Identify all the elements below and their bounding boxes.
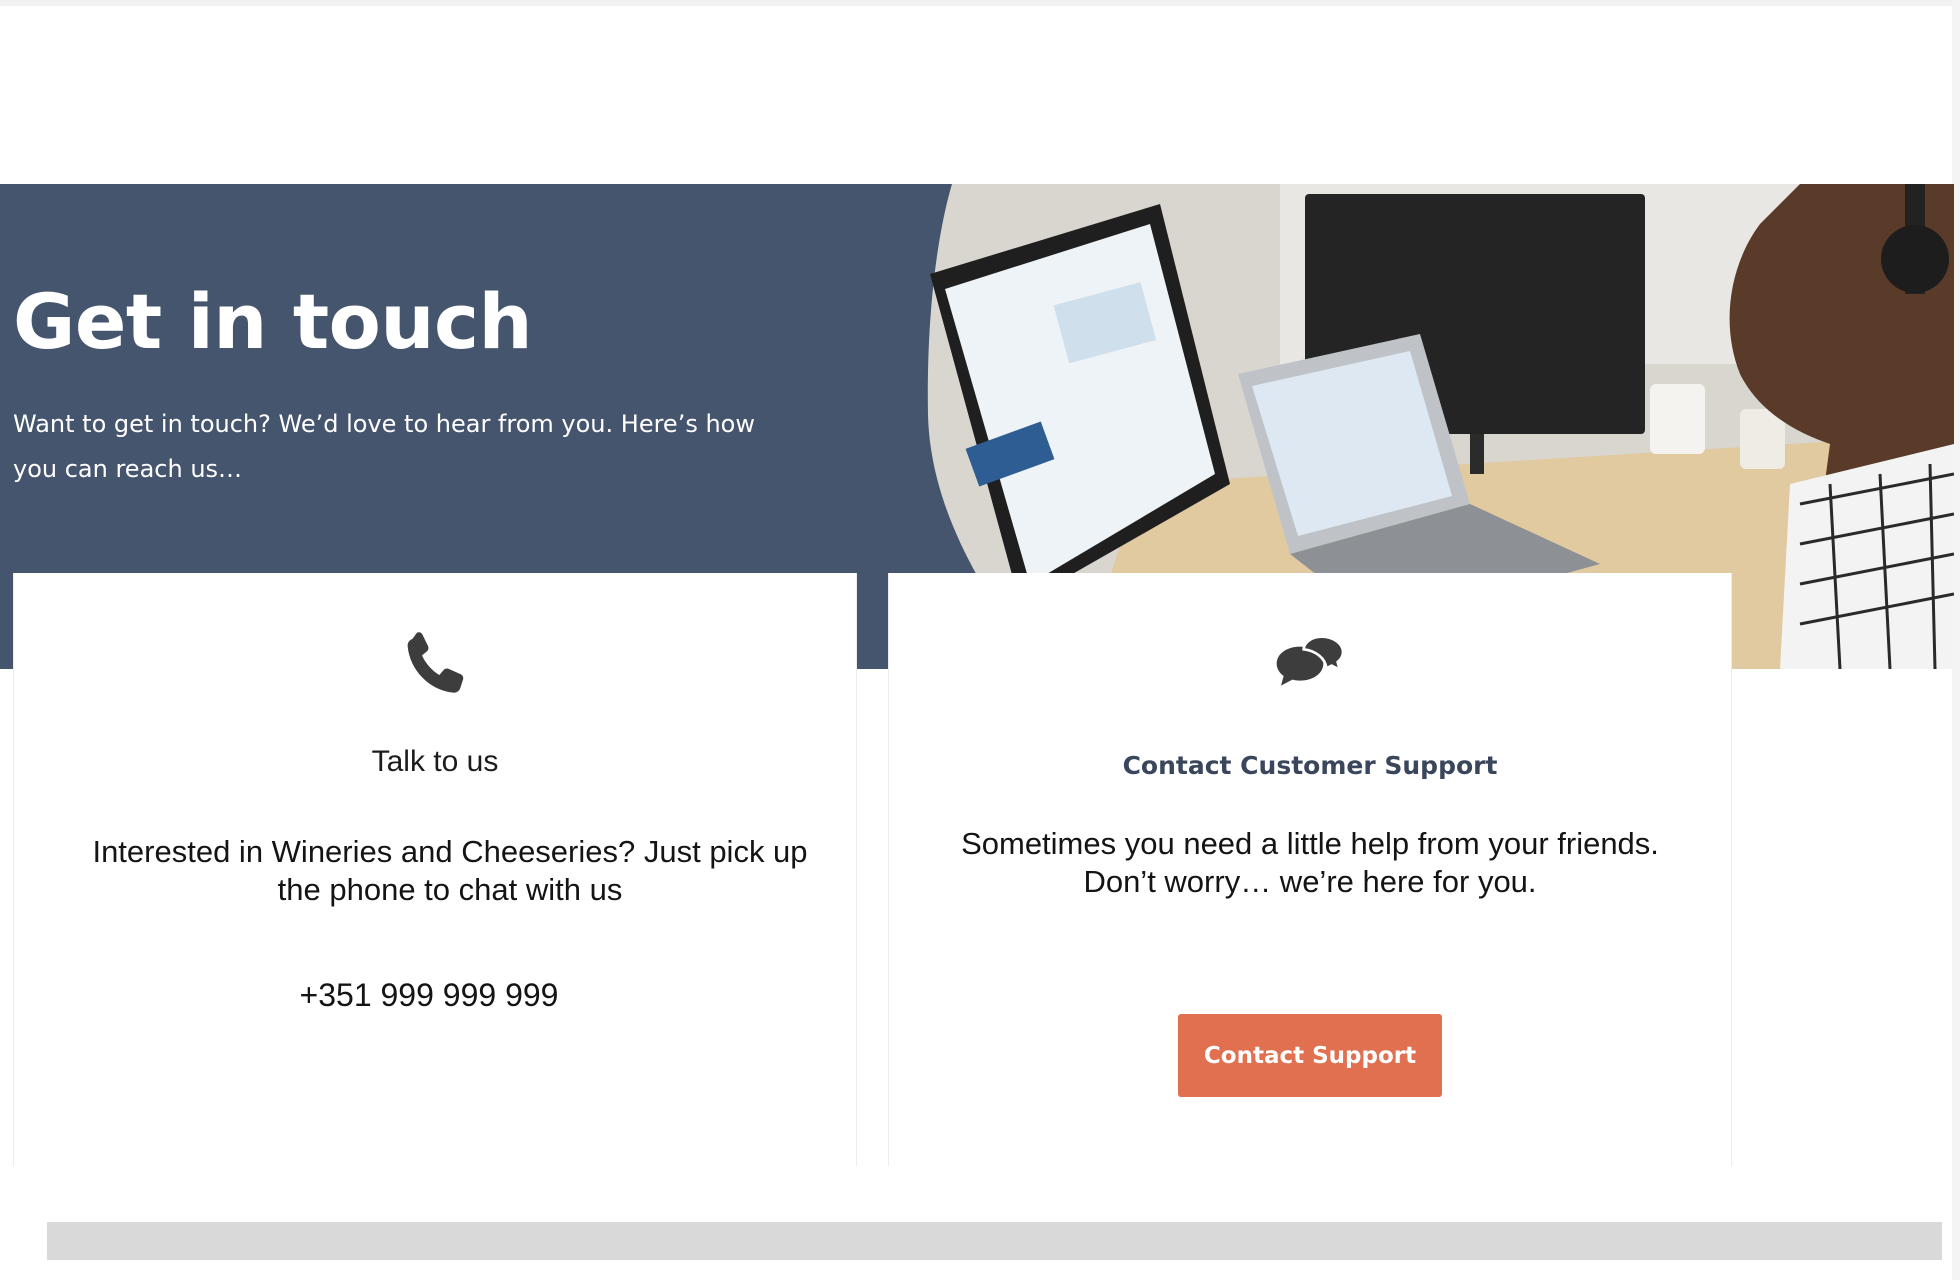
chat-bubbles-icon <box>889 625 1731 705</box>
page-title: Get in touch <box>13 277 533 366</box>
phone-number[interactable]: +351 999 999 999 <box>8 977 850 1014</box>
phone-icon <box>14 625 856 705</box>
hero-subtitle: Want to get in touch? We’d love to hear … <box>13 410 755 483</box>
contact-support-button[interactable]: Contact Support <box>1178 1014 1442 1097</box>
talk-card: Talk to us Interested in Wineries and Ch… <box>13 573 857 1166</box>
talk-heading: Talk to us <box>371 745 499 778</box>
support-description: Sometimes you need a little help from yo… <box>961 826 1659 899</box>
talk-description: Interested in Wineries and Cheeseries? J… <box>92 834 808 907</box>
footer-bar <box>47 1222 1942 1260</box>
top-strip <box>0 0 1960 6</box>
support-card: Contact Customer Support Sometimes you n… <box>888 573 1732 1166</box>
support-heading: Contact Customer Support <box>1122 751 1498 780</box>
